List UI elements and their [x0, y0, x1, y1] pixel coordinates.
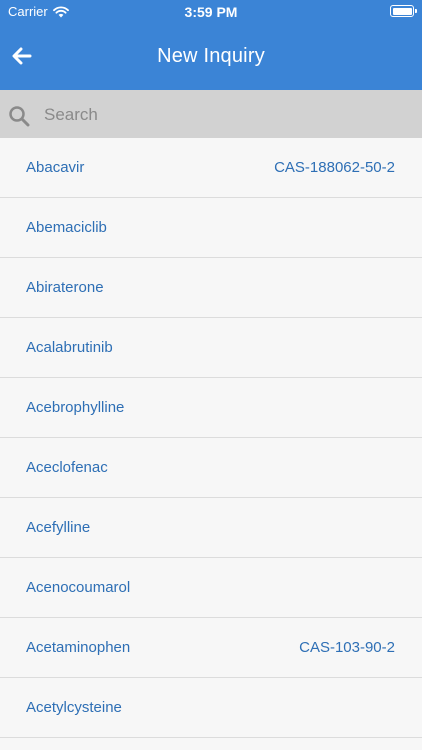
drug-name: Acebrophylline — [26, 399, 125, 416]
search-input[interactable] — [40, 98, 410, 132]
list-item[interactable]: Acenocoumarol — [0, 558, 422, 618]
list-item[interactable]: Acebrophylline — [0, 378, 422, 438]
drug-name: Abemaciclib — [26, 219, 107, 236]
status-time: 3:59 PM — [184, 4, 238, 20]
list-item[interactable]: Abiraterone — [0, 258, 422, 318]
list-item[interactable]: Acetaminophen CAS-103-90-2 — [0, 618, 422, 678]
search-bar — [0, 90, 422, 138]
drug-name: Abacavir — [26, 159, 85, 176]
header: Carrier 3:59 PM New Inquiry — [0, 0, 422, 90]
drug-name: Abiraterone — [26, 279, 104, 296]
drug-cas-number: CAS-188062-50-2 — [274, 159, 395, 176]
list-item[interactable]: Acalabrutinib — [0, 318, 422, 378]
battery-icon — [390, 5, 417, 17]
list-item[interactable]: Acefylline — [0, 498, 422, 558]
drug-name: Aceclofenac — [26, 459, 108, 476]
list-item[interactable]: Aceclofenac — [0, 438, 422, 498]
drug-name: Acetaminophen — [26, 639, 131, 656]
list-item[interactable]: Acetylcysteine — [0, 678, 422, 738]
drug-name: Acefylline — [26, 519, 91, 536]
drug-cas-number: CAS-103-90-2 — [299, 639, 395, 656]
drug-list: Abacavir CAS-188062-50-2 Abemaciclib Abi… — [0, 138, 422, 750]
list-item[interactable]: Abemaciclib — [0, 198, 422, 258]
battery-level — [392, 7, 412, 15]
search-icon — [9, 106, 30, 127]
drug-name: Acetylcysteine — [26, 699, 122, 716]
drug-name: Acenocoumarol — [26, 579, 131, 596]
page-title: New Inquiry — [157, 45, 265, 67]
drug-name: Acalabrutinib — [26, 339, 113, 356]
status-bar: Carrier 3:59 PM — [0, 0, 422, 24]
nav-bar: New Inquiry — [0, 24, 422, 90]
list-item[interactable]: Abacavir CAS-188062-50-2 — [0, 138, 422, 198]
